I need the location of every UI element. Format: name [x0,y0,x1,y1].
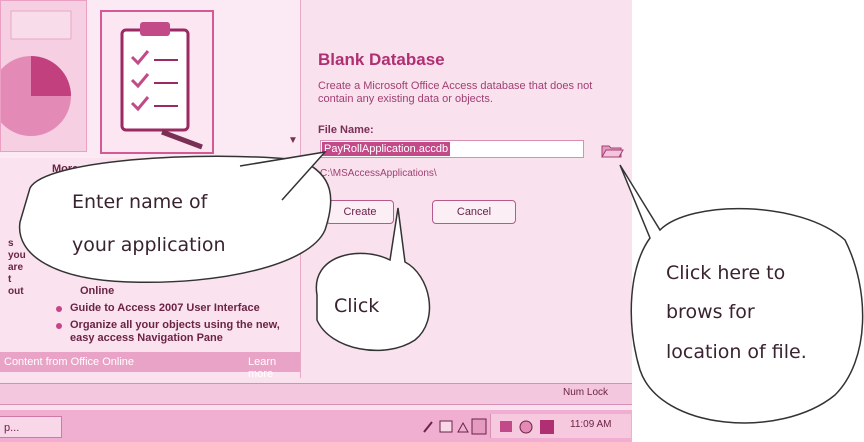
callout-browse-line2: brows for [666,301,755,323]
callout-click-text: Click [334,295,380,317]
callout-browse-shape [619,164,864,424]
callout-enter-name-line1: Enter name of [72,191,208,213]
annotation-layer [18,150,864,424]
callout-browse-line3: location of file. [666,341,807,363]
callout-browse-line1: Click here to [666,262,786,284]
callout-click-shape [315,207,431,352]
callout-enter-name-line2: your application [72,234,226,256]
